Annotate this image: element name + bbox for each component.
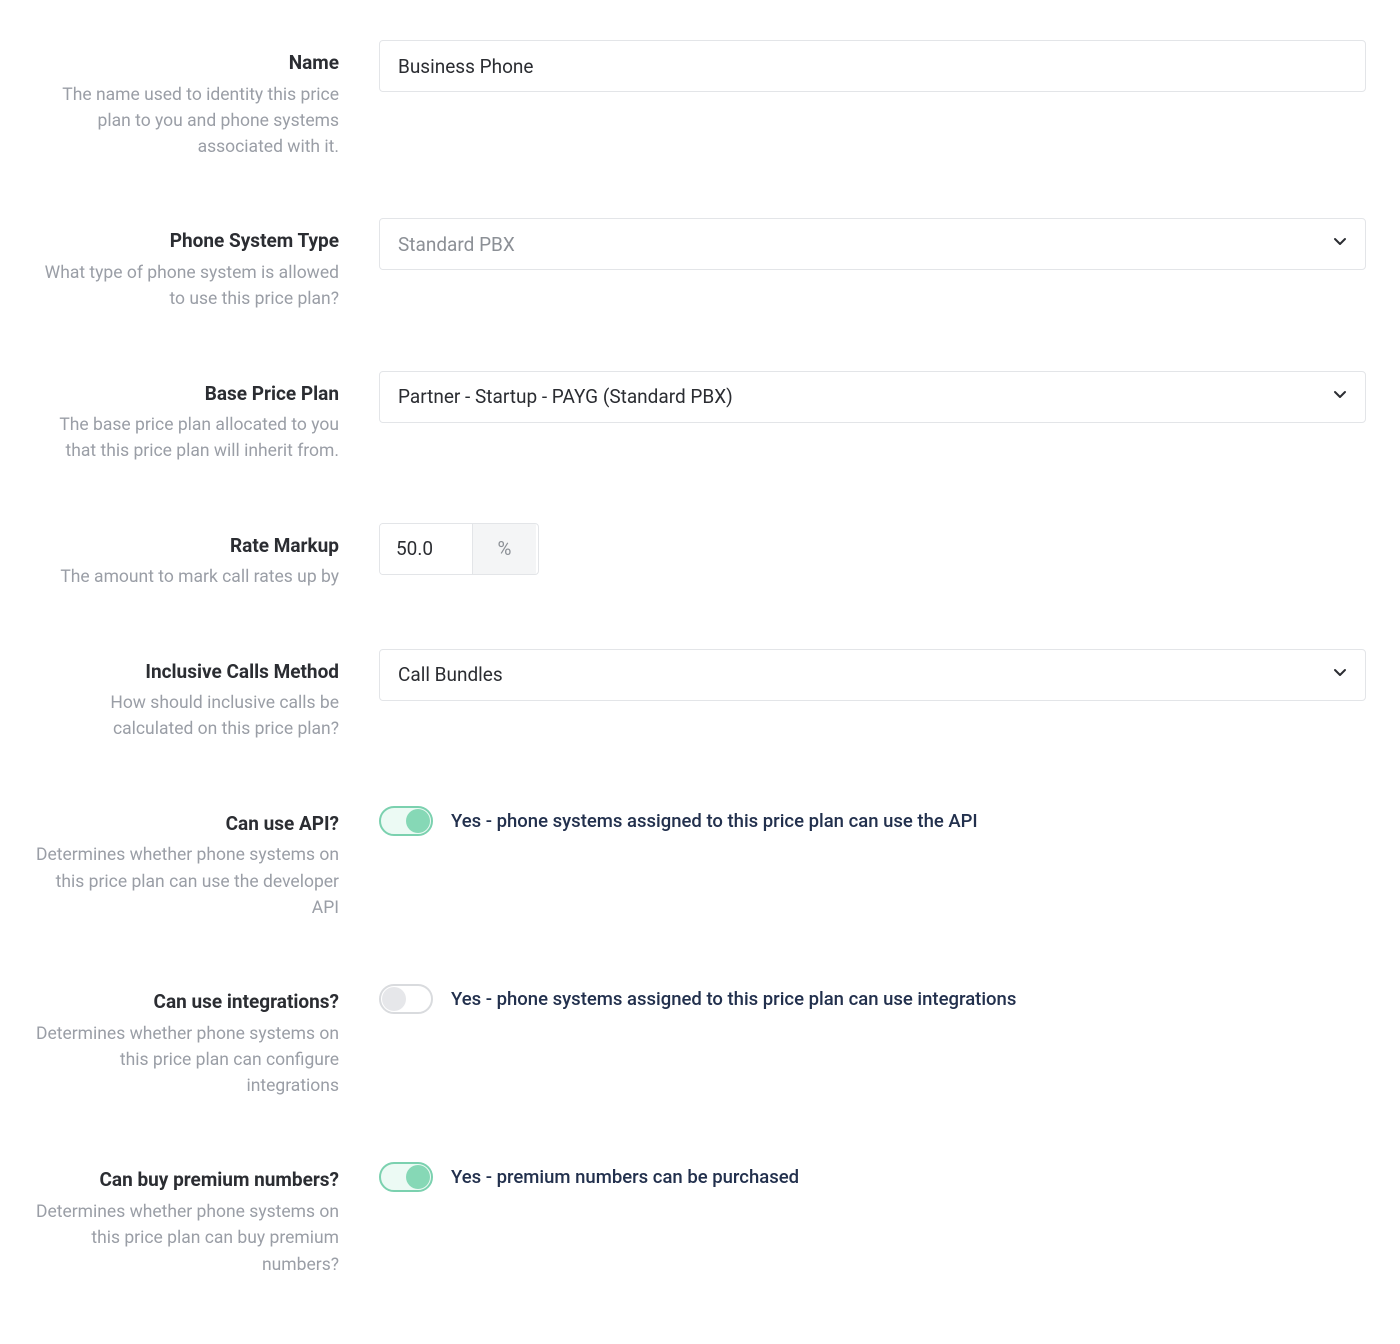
select-value: Standard PBX (379, 218, 1366, 270)
row-name: Name The name used to identity this pric… (34, 40, 1366, 160)
inclusive-calls-select[interactable]: Call Bundles (379, 649, 1366, 701)
rate-markup-label: Rate Markup (34, 533, 339, 559)
label-col: Can use integrations? Determines whether… (34, 979, 339, 1099)
row-phone-system-type: Phone System Type What type of phone sys… (34, 218, 1366, 312)
label-col: Can use API? Determines whether phone sy… (34, 801, 339, 921)
rate-markup-desc: The amount to mark call rates up by (34, 564, 339, 590)
phone-system-type-desc: What type of phone system is allowed to … (34, 260, 339, 313)
control-col: % (379, 523, 1366, 575)
toggle-knob (406, 1165, 430, 1189)
label-col: Phone System Type What type of phone sys… (34, 218, 339, 312)
rate-markup-input[interactable] (380, 524, 472, 574)
select-value: Partner - Startup - PAYG (Standard PBX) (379, 371, 1366, 423)
can-use-api-text: Yes - phone systems assigned to this pri… (451, 810, 978, 832)
control-col: Yes - phone systems assigned to this pri… (379, 979, 1366, 1019)
control-col: Yes - phone systems assigned to this pri… (379, 801, 1366, 841)
can-use-integrations-desc: Determines whether phone systems on this… (34, 1021, 339, 1100)
can-use-integrations-toggle[interactable] (379, 984, 433, 1014)
row-base-price-plan: Base Price Plan The base price plan allo… (34, 371, 1366, 465)
name-label: Name (34, 50, 339, 76)
rate-markup-group: % (379, 523, 539, 575)
can-buy-premium-desc: Determines whether phone systems on this… (34, 1199, 339, 1278)
toggle-knob (382, 987, 406, 1011)
can-buy-premium-toggle[interactable] (379, 1162, 433, 1192)
toggle-row: Yes - phone systems assigned to this pri… (379, 801, 1366, 841)
label-col: Name The name used to identity this pric… (34, 40, 339, 160)
toggle-row: Yes - phone systems assigned to this pri… (379, 979, 1366, 1019)
select-value: Call Bundles (379, 649, 1366, 701)
label-col: Inclusive Calls Method How should inclus… (34, 649, 339, 743)
toggle-knob (406, 809, 430, 833)
name-desc: The name used to identity this price pla… (34, 82, 339, 161)
label-col: Rate Markup The amount to mark call rate… (34, 523, 339, 591)
toggle-row: Yes - premium numbers can be purchased (379, 1157, 1366, 1197)
inclusive-calls-label: Inclusive Calls Method (34, 659, 339, 685)
control-col: Standard PBX (379, 218, 1366, 270)
can-use-api-toggle[interactable] (379, 806, 433, 836)
can-use-api-desc: Determines whether phone systems on this… (34, 842, 339, 921)
phone-system-type-label: Phone System Type (34, 228, 339, 254)
label-col: Base Price Plan The base price plan allo… (34, 371, 339, 465)
can-buy-premium-label: Can buy premium numbers? (34, 1167, 339, 1193)
can-buy-premium-text: Yes - premium numbers can be purchased (451, 1166, 799, 1188)
control-col (379, 40, 1366, 92)
label-col: Can buy premium numbers? Determines whet… (34, 1157, 339, 1277)
name-input[interactable] (379, 40, 1366, 92)
row-can-use-integrations: Can use integrations? Determines whether… (34, 979, 1366, 1099)
phone-system-type-select[interactable]: Standard PBX (379, 218, 1366, 270)
base-price-plan-select[interactable]: Partner - Startup - PAYG (Standard PBX) (379, 371, 1366, 423)
base-price-plan-desc: The base price plan allocated to you tha… (34, 412, 339, 465)
base-price-plan-label: Base Price Plan (34, 381, 339, 407)
control-col: Yes - premium numbers can be purchased (379, 1157, 1366, 1197)
can-use-integrations-text: Yes - phone systems assigned to this pri… (451, 988, 1016, 1010)
can-use-integrations-label: Can use integrations? (34, 989, 339, 1015)
row-can-use-api: Can use API? Determines whether phone sy… (34, 801, 1366, 921)
row-inclusive-calls: Inclusive Calls Method How should inclus… (34, 649, 1366, 743)
row-rate-markup: Rate Markup The amount to mark call rate… (34, 523, 1366, 591)
control-col: Partner - Startup - PAYG (Standard PBX) (379, 371, 1366, 423)
inclusive-calls-desc: How should inclusive calls be calculated… (34, 690, 339, 743)
can-use-api-label: Can use API? (34, 811, 339, 837)
control-col: Call Bundles (379, 649, 1366, 701)
row-can-buy-premium: Can buy premium numbers? Determines whet… (34, 1157, 1366, 1277)
rate-markup-unit: % (472, 524, 536, 574)
